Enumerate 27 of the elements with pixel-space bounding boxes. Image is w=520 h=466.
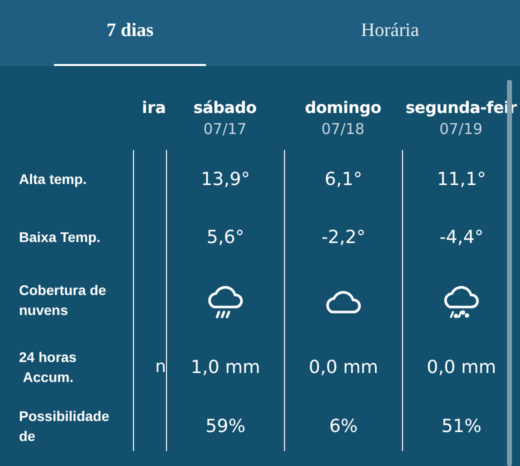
table-cell: 6,1° [324,168,362,190]
row-label: Baixa Temp. [19,228,102,247]
day-name: segunda-feir [405,98,517,117]
table-cell: 1,0 mm [190,356,260,378]
date: 07/17 [203,120,247,138]
date: 07/18 [321,120,365,138]
table-cell: 0,0 mm [426,356,496,378]
day-name: sábado [193,98,257,117]
table-cell: 0,0 mm [308,356,378,378]
tab[interactable]: 7 dias [0,0,260,66]
row-label: Possibilidade de [19,407,110,446]
table-cell: 51% [441,416,482,436]
table-cell: 5,6° [206,226,244,248]
row-label: Cobertura de nuvens [19,280,108,320]
table-cell: 6% [329,416,358,436]
date: 07/19 [439,120,483,138]
day-name: domingo [304,98,382,117]
table-cell: 59% [205,416,246,436]
row-label: Alta temp. [19,170,88,189]
table-cell: 13,9° [200,168,250,190]
table-cell: -2,2° [321,226,366,248]
row-label: 24 horas Accum. [19,348,78,387]
table-cell: 11,1° [436,168,486,190]
table-cell: -4,4° [439,226,484,248]
tab[interactable]: Horária [260,0,520,66]
table-cell: n [155,357,166,377]
day-name: ira [142,98,166,117]
